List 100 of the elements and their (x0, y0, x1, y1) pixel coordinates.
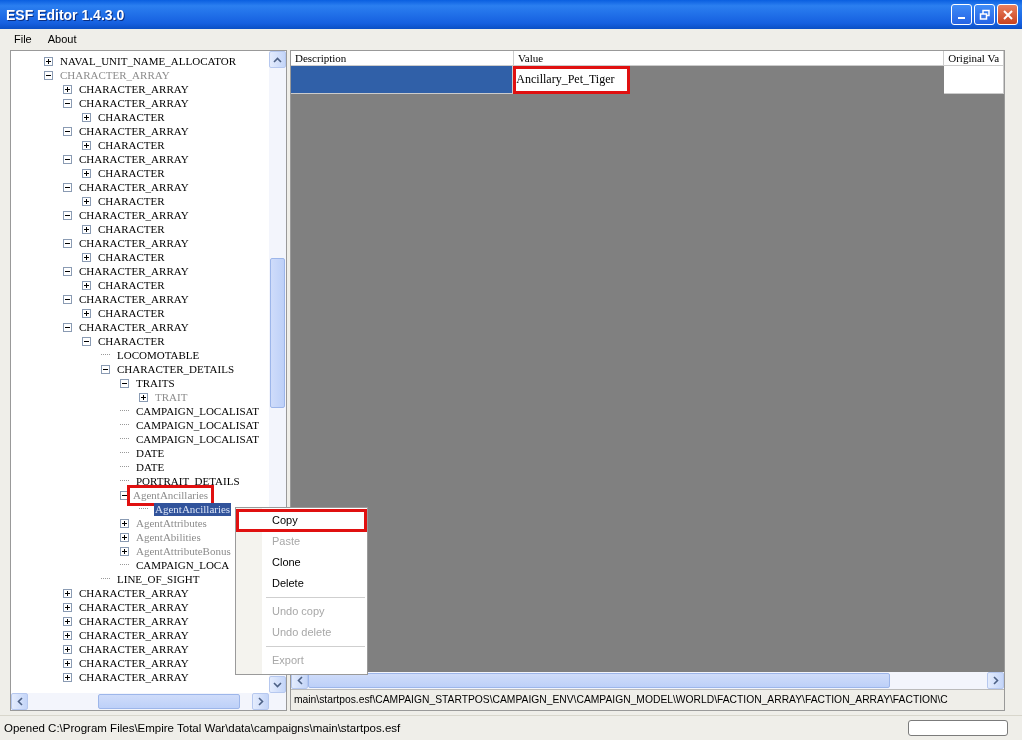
tree-item[interactable]: CHARACTER (97, 334, 166, 348)
collapse-icon[interactable] (82, 336, 91, 346)
expand-icon[interactable] (63, 630, 72, 640)
collapse-icon[interactable] (63, 294, 72, 304)
expand-icon[interactable] (120, 532, 129, 542)
tree-item[interactable]: CHARACTER_ARRAY (78, 600, 190, 614)
tree-item[interactable]: CHARACTER_ARRAY (78, 320, 190, 334)
tree-item[interactable]: CHARACTER_ARRAY (78, 628, 190, 642)
collapse-icon[interactable] (101, 364, 110, 374)
expand-icon[interactable] (120, 546, 129, 556)
horizontal-scrollbar[interactable] (291, 672, 1004, 689)
collapse-icon[interactable] (120, 378, 129, 388)
scroll-thumb[interactable] (270, 258, 285, 408)
restore-button[interactable] (974, 4, 995, 25)
scroll-down-button[interactable] (269, 676, 286, 693)
expand-icon[interactable] (139, 392, 148, 402)
menu-item[interactable]: Delete (237, 573, 366, 594)
collapse-icon[interactable] (63, 154, 72, 164)
scroll-thumb[interactable] (308, 673, 890, 688)
tree-item[interactable]: CAMPAIGN_LOCALISAT (135, 418, 261, 432)
expand-icon[interactable] (82, 308, 91, 318)
expand-icon[interactable] (63, 84, 72, 94)
tree-item[interactable]: CHARACTER (97, 110, 166, 124)
expand-icon[interactable] (63, 672, 72, 682)
collapse-icon[interactable] (63, 182, 72, 192)
expand-icon[interactable] (82, 252, 91, 262)
tree-item[interactable]: CHARACTER (97, 138, 166, 152)
tree-item[interactable]: AgentAttributes (135, 516, 208, 530)
expand-icon[interactable] (44, 56, 53, 66)
tree-item[interactable]: CHARACTER_ARRAY (78, 96, 190, 110)
tree-item[interactable]: CHARACTER (97, 250, 166, 264)
tree-item[interactable]: LOCOMOTABLE (116, 348, 201, 362)
menu-item[interactable]: Clone (237, 552, 366, 573)
tree-item[interactable]: CHARACTER_ARRAY (78, 614, 190, 628)
tree-item[interactable]: CHARACTER_ARRAY (78, 180, 190, 194)
expand-icon[interactable] (63, 616, 72, 626)
menu-item[interactable]: Copy (237, 510, 366, 531)
horizontal-scrollbar[interactable] (11, 693, 286, 710)
tree-item[interactable]: CHARACTER_ARRAY (78, 642, 190, 656)
tree-item[interactable]: CAMPAIGN_LOCA (135, 558, 231, 572)
scroll-up-button[interactable] (269, 51, 286, 68)
collapse-icon[interactable] (63, 266, 72, 276)
tree-item[interactable]: LINE_OF_SIGHT (116, 572, 201, 586)
tree-item[interactable]: CHARACTER_ARRAY (78, 236, 190, 250)
collapse-icon[interactable] (44, 70, 53, 80)
collapse-icon[interactable] (63, 210, 72, 220)
minimize-button[interactable] (951, 4, 972, 25)
tree-item[interactable]: TRAITS (135, 376, 176, 390)
menu-item[interactable]: File (6, 32, 40, 45)
expand-icon[interactable] (63, 602, 72, 612)
scroll-left-button[interactable] (11, 693, 28, 710)
expand-icon[interactable] (82, 224, 91, 234)
tree-item[interactable]: CAMPAIGN_LOCALISAT (135, 404, 261, 418)
collapse-icon[interactable] (63, 98, 72, 108)
tree-item[interactable]: CHARACTER_ARRAY (59, 68, 171, 82)
tree-item[interactable]: CAMPAIGN_LOCALISAT (135, 432, 261, 446)
tree-item[interactable]: TRAIT (154, 390, 189, 404)
menu-item[interactable]: About (39, 32, 85, 45)
expand-icon[interactable] (82, 112, 91, 122)
tree-item[interactable]: CHARACTER_ARRAY (78, 82, 190, 96)
tree-item[interactable]: CHARACTER (97, 166, 166, 180)
expand-icon[interactable] (82, 196, 91, 206)
tree-item[interactable]: CHARACTER_ARRAY (78, 586, 190, 600)
tree-item[interactable]: DATE (135, 460, 166, 474)
expand-icon[interactable] (120, 518, 129, 528)
collapse-icon[interactable] (120, 490, 129, 500)
expand-icon[interactable] (63, 644, 72, 654)
scroll-right-button[interactable] (987, 672, 1004, 689)
expand-icon[interactable] (63, 588, 72, 598)
tree-item[interactable]: CHARACTER_ARRAY (78, 292, 190, 306)
tree-item[interactable]: CHARACTER (97, 306, 166, 320)
tree-item[interactable]: CHARACTER_ARRAY (78, 208, 190, 222)
column-header[interactable]: Description (291, 51, 515, 65)
collapse-icon[interactable] (63, 238, 72, 248)
tree-item[interactable]: AgentAncillaries (154, 502, 232, 516)
expand-icon[interactable] (82, 280, 91, 290)
close-button[interactable] (997, 4, 1018, 25)
tree-item[interactable]: DATE (135, 446, 166, 460)
tree-item[interactable]: CHARACTER_DETAILS (116, 362, 236, 376)
tree-item[interactable]: CHARACTER_ARRAY (78, 656, 190, 670)
tree-item[interactable]: CHARACTER (97, 222, 166, 236)
tree-item[interactable]: AgentAbilities (135, 530, 202, 544)
scroll-right-button[interactable] (252, 693, 269, 710)
tree-item[interactable]: CHARACTER (97, 278, 166, 292)
collapse-icon[interactable] (63, 126, 72, 136)
collapse-icon[interactable] (63, 322, 72, 332)
column-header[interactable]: Original Va (944, 51, 1004, 65)
tree-item[interactable]: CHARACTER_ARRAY (78, 124, 190, 138)
tree-item[interactable]: AgentAttributeBonus (135, 544, 232, 558)
expand-icon[interactable] (63, 658, 72, 668)
tree-item[interactable]: CHARACTER_ARRAY (78, 152, 190, 166)
tree-item[interactable]: CHARACTER (97, 194, 166, 208)
column-header[interactable]: Value (514, 51, 945, 65)
tree-item[interactable]: NAVAL_UNIT_NAME_ALLOCATOR (59, 54, 237, 68)
scroll-thumb[interactable] (98, 694, 240, 709)
tree-item[interactable]: CHARACTER_ARRAY (78, 670, 190, 684)
table-cell: Ancillary_Pet_Tiger (513, 66, 631, 94)
expand-icon[interactable] (82, 140, 91, 150)
tree-item[interactable]: CHARACTER_ARRAY (78, 264, 190, 278)
expand-icon[interactable] (82, 168, 91, 178)
